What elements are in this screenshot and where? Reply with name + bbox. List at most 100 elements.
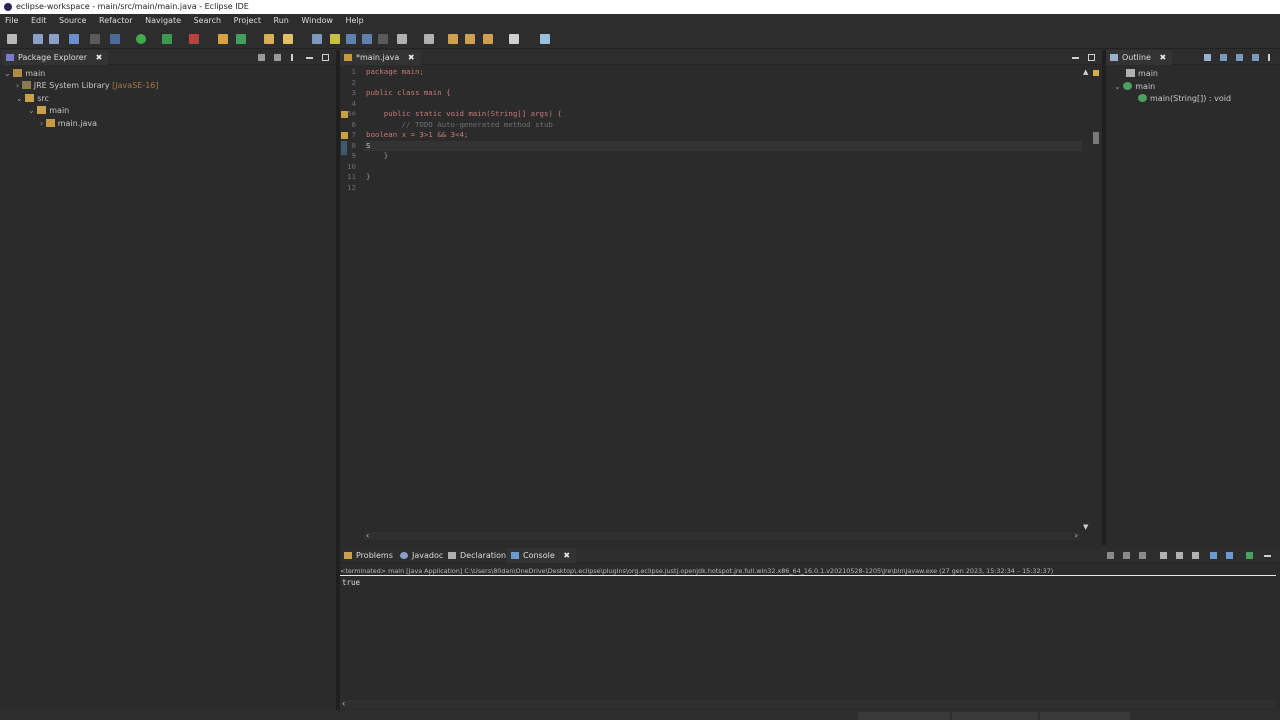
external-tools-icon[interactable] — [189, 34, 199, 44]
sort-icon[interactable] — [1220, 54, 1227, 61]
clear-console-icon[interactable] — [1160, 552, 1167, 559]
open-console-icon[interactable] — [1246, 552, 1253, 559]
open-type-icon[interactable] — [264, 34, 274, 44]
editor-horizontal-scrollbar[interactable]: ‹ › — [364, 531, 1080, 540]
tab-console[interactable]: Console ✖ — [507, 548, 577, 563]
tree-item-src[interactable]: ⌄ src — [16, 93, 49, 105]
code-text: S — [366, 140, 371, 150]
back-icon[interactable] — [465, 34, 475, 44]
menu-run[interactable]: Run — [269, 14, 294, 28]
menu-source[interactable]: Source — [54, 14, 91, 28]
new-java-project-icon[interactable] — [218, 34, 228, 44]
view-menu-icon[interactable] — [291, 54, 293, 61]
forward-arrow-icon[interactable] — [509, 34, 519, 44]
collapse-all-icon[interactable] — [258, 54, 265, 61]
menu-help[interactable]: Help — [341, 14, 369, 28]
close-icon[interactable]: ✖ — [1160, 53, 1167, 62]
maximize-icon[interactable] — [1088, 54, 1095, 61]
new-icon[interactable] — [7, 34, 17, 44]
scroll-up-icon[interactable]: ▲ — [1083, 68, 1088, 76]
menu-window[interactable]: Window — [296, 14, 338, 28]
outline-item-method[interactable]: main(String[]) : void — [1138, 93, 1231, 105]
code-line: 6 // TODO Auto-generated method stub — [352, 119, 1082, 131]
line-number: 7 — [351, 130, 356, 139]
word-wrap-icon[interactable] — [1192, 552, 1199, 559]
collapse-all-icon[interactable] — [1204, 54, 1211, 61]
menu-refactor[interactable]: Refactor — [94, 14, 138, 28]
open-perspective-icon[interactable] — [540, 34, 550, 44]
tab-problems[interactable]: Problems — [340, 548, 399, 563]
minimize-icon[interactable] — [306, 57, 313, 59]
next-annotation-icon[interactable] — [397, 34, 407, 44]
tree-item-project[interactable]: ⌄ main — [4, 68, 45, 80]
display-console-icon[interactable] — [1226, 552, 1233, 559]
outline-item-package[interactable]: main — [1126, 68, 1158, 80]
pin-console-icon[interactable] — [1210, 552, 1217, 559]
console-output[interactable]: true — [342, 578, 360, 587]
word-wrap-icon[interactable] — [378, 34, 388, 44]
tree-item-jre[interactable]: › JRE System Library [JavaSE-16] — [16, 80, 159, 92]
warning-marker[interactable] — [1093, 70, 1099, 76]
new-class-icon[interactable] — [236, 34, 246, 44]
terminate-icon[interactable] — [1107, 552, 1114, 559]
tree-item-package[interactable]: ⌄ main — [28, 105, 69, 117]
chevron-down-icon[interactable]: ⌄ — [1114, 82, 1123, 91]
highlight-icon[interactable] — [330, 34, 340, 44]
search-icon[interactable] — [283, 34, 293, 44]
outline-item-class[interactable]: ⌄ main — [1114, 81, 1155, 93]
terminal-icon[interactable] — [69, 34, 79, 44]
menu-navigate[interactable]: Navigate — [140, 14, 186, 28]
close-icon[interactable]: ✖ — [563, 551, 570, 560]
menu-file[interactable]: File — [0, 14, 23, 28]
run-icon[interactable] — [136, 34, 146, 44]
maximize-icon[interactable] — [322, 54, 329, 61]
hide-fields-icon[interactable] — [1236, 54, 1243, 61]
hide-static-icon[interactable] — [1252, 54, 1259, 61]
code-text: // TODO Auto-generated method stub — [366, 119, 553, 129]
overview-ruler[interactable] — [1092, 66, 1100, 531]
scroll-left-icon[interactable]: ‹ — [342, 699, 345, 708]
tree-item-file[interactable]: › main.java — [40, 118, 97, 130]
tab-declaration[interactable]: Declaration — [444, 548, 512, 563]
view-menu-icon[interactable] — [1268, 54, 1270, 61]
tab-main-java[interactable]: *main.java ✖ — [340, 50, 421, 65]
console-horizontal-scrollbar[interactable]: ‹ — [340, 699, 1276, 708]
minimize-icon[interactable] — [1264, 555, 1271, 557]
previous-annotation-icon[interactable] — [424, 34, 434, 44]
close-icon[interactable]: ✖ — [408, 53, 415, 62]
show-whitespace-icon[interactable] — [362, 34, 372, 44]
scroll-right-icon[interactable]: › — [1075, 531, 1078, 540]
occurrence-marker[interactable] — [1093, 132, 1099, 144]
menu-search[interactable]: Search — [189, 14, 226, 28]
remove-all-icon[interactable] — [1139, 552, 1146, 559]
menu-project[interactable]: Project — [229, 14, 266, 28]
debug-icon[interactable] — [110, 34, 120, 44]
save-all-icon[interactable] — [49, 34, 59, 44]
declaration-icon — [448, 552, 456, 559]
close-icon[interactable]: ✖ — [96, 53, 103, 62]
scroll-down-icon[interactable]: ▼ — [1083, 523, 1088, 531]
last-edit-location-icon[interactable] — [448, 34, 458, 44]
tab-outline[interactable]: Outline ✖ — [1106, 50, 1173, 65]
coverage-icon[interactable] — [162, 34, 172, 44]
chevron-down-icon[interactable]: ⌄ — [16, 94, 25, 103]
tab-javadoc[interactable]: Javadoc — [396, 548, 449, 563]
back-arrow-icon[interactable] — [483, 34, 493, 44]
skip-breakpoints-icon[interactable] — [90, 34, 100, 44]
scroll-lock-icon[interactable] — [1176, 552, 1183, 559]
window-title: eclipse-workspace - main/src/main/main.j… — [16, 2, 249, 11]
code-editor[interactable]: 1 package main; 2 3 public class main { 4 … — [347, 67, 1082, 531]
tab-package-explorer[interactable]: Package Explorer ✖ — [2, 50, 109, 65]
toggle-mark-occurrences-icon[interactable] — [312, 34, 322, 44]
menu-edit[interactable]: Edit — [26, 14, 52, 28]
save-icon[interactable] — [33, 34, 43, 44]
editor-vertical-scrollbar[interactable]: ▲ ▼ — [1082, 66, 1090, 531]
block-selection-icon[interactable] — [346, 34, 356, 44]
chevron-down-icon[interactable]: ⌄ — [4, 69, 13, 78]
chevron-down-icon[interactable]: ⌄ — [28, 106, 37, 115]
scroll-left-icon[interactable]: ‹ — [366, 531, 369, 540]
link-with-editor-icon[interactable] — [274, 54, 281, 61]
remove-launch-icon[interactable] — [1123, 552, 1130, 559]
minimize-icon[interactable] — [1072, 57, 1079, 59]
code-text: public class main { — [366, 88, 451, 97]
